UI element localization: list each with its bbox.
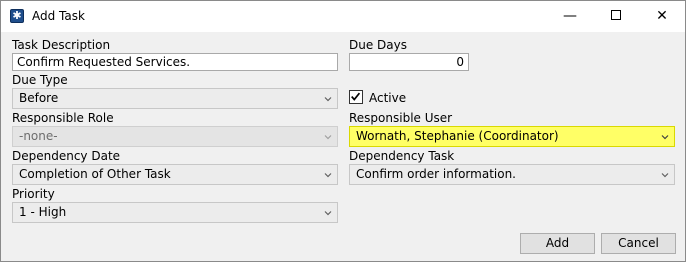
window-title: Add Task	[32, 9, 85, 23]
due-type-value: Before	[19, 91, 59, 105]
responsible-role-label: Responsible Role	[12, 111, 114, 125]
due-days-input[interactable]: 0	[349, 53, 469, 71]
dependency-date-label: Dependency Date	[12, 149, 121, 163]
minimize-button[interactable]: —	[547, 1, 593, 32]
priority-label: Priority	[12, 187, 55, 201]
chevron-down-icon	[324, 135, 332, 140]
add-button[interactable]: Add	[520, 233, 595, 254]
dependency-date-value: Completion of Other Task	[19, 167, 171, 181]
cancel-button[interactable]: Cancel	[601, 233, 676, 254]
add-task-dialog: ✱ Add Task — ✕ Task Description Confirm …	[0, 0, 686, 262]
dependency-task-value: Confirm order information.	[356, 167, 516, 181]
chevron-down-icon	[324, 211, 332, 216]
priority-select[interactable]: 1 - High	[12, 202, 338, 223]
title-bar[interactable]: ✱ Add Task — ✕	[1, 1, 685, 32]
maximize-icon	[611, 9, 621, 20]
maximize-button[interactable]	[593, 1, 639, 32]
responsible-role-value: -none-	[19, 129, 58, 143]
dialog-body: Task Description Confirm Requested Servi…	[1, 32, 685, 261]
due-days-label: Due Days	[349, 38, 407, 52]
due-type-select[interactable]: Before	[12, 88, 338, 109]
dependency-date-select[interactable]: Completion of Other Task	[12, 164, 338, 185]
active-label: Active	[369, 91, 407, 105]
responsible-user-label: Responsible User	[349, 111, 453, 125]
chevron-down-icon	[661, 135, 669, 140]
chevron-down-icon	[324, 97, 332, 102]
responsible-user-select[interactable]: Wornath, Stephanie (Coordinator)	[349, 126, 675, 147]
task-description-input[interactable]: Confirm Requested Services.	[12, 53, 338, 71]
checkmark-icon	[351, 92, 361, 101]
due-type-label: Due Type	[12, 73, 68, 87]
close-button[interactable]: ✕	[639, 1, 685, 32]
chevron-down-icon	[661, 173, 669, 178]
priority-value: 1 - High	[19, 205, 67, 219]
chevron-down-icon	[324, 173, 332, 178]
dependency-task-label: Dependency Task	[349, 149, 455, 163]
active-checkbox[interactable]	[349, 90, 363, 104]
gear-icon: ✱	[10, 9, 24, 23]
dependency-task-select[interactable]: Confirm order information.	[349, 164, 675, 185]
task-description-label: Task Description	[12, 38, 111, 52]
responsible-role-select[interactable]: -none-	[12, 126, 338, 147]
responsible-user-value: Wornath, Stephanie (Coordinator)	[356, 129, 559, 143]
